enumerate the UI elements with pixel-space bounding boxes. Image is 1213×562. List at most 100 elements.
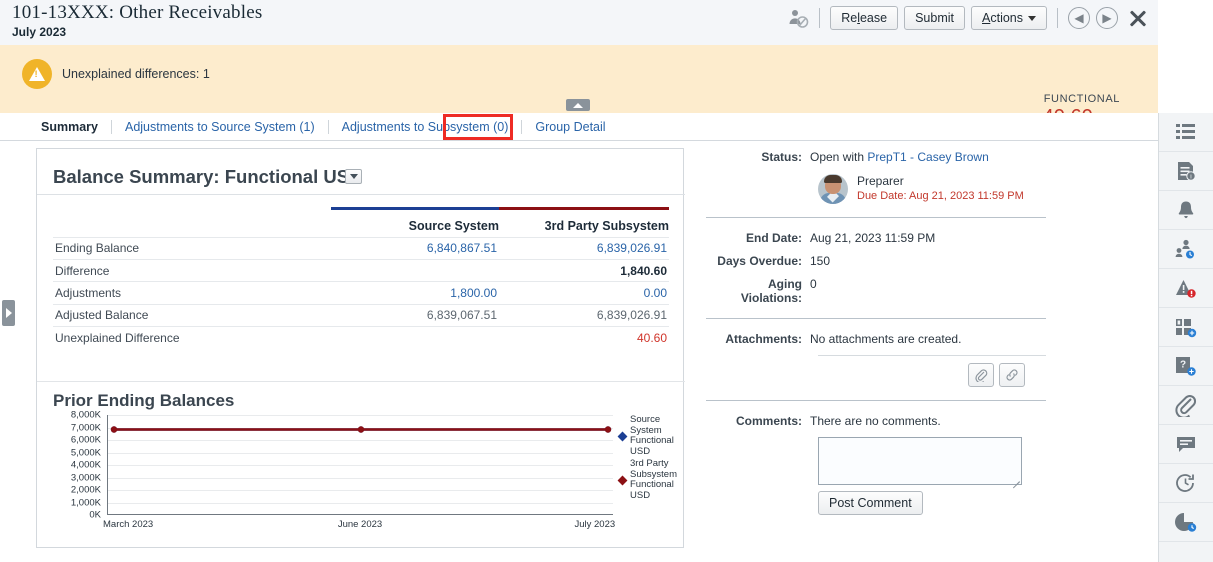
link-icon[interactable] xyxy=(999,363,1025,387)
attachments-rule xyxy=(818,355,1046,356)
row-label: Unexplained Difference xyxy=(53,326,331,349)
paperclip-icon[interactable] xyxy=(968,363,994,387)
banner-collapse-button[interactable] xyxy=(566,99,590,111)
legend-label: 3rd Party Subsystem Functional USD xyxy=(630,458,677,501)
user-assign-icon[interactable] xyxy=(787,7,809,29)
resize-grip-icon[interactable] xyxy=(1011,474,1020,483)
comment-input[interactable] xyxy=(819,438,1021,484)
aging-violations-label: Aging Violations: xyxy=(740,277,802,305)
preparer-due-date: Due Date: Aug 21, 2023 11:59 PM xyxy=(857,190,1024,202)
reconciliation-details-panel: Status: Open with PrepT1 - Casey Brown P… xyxy=(706,150,1046,515)
balance-summary-dropdown-button[interactable] xyxy=(345,169,362,184)
chart-y-axis: 0K 1,000K 2,000K 3,000K 4,000K 5,000K 6,000K 7,… xyxy=(53,410,105,521)
chart-y-tick: 4,000K xyxy=(70,459,101,471)
attachment-actions xyxy=(968,363,1046,387)
row-subsystem-value[interactable]: 6,839,026.91 xyxy=(499,236,669,260)
row-subsystem-value: 6,839,026.91 xyxy=(499,303,669,327)
chart-y-tick: 1,000K xyxy=(70,497,101,508)
legend-label: Source System Functional USD xyxy=(630,414,674,457)
column-header-subsystem: 3rd Party Subsystem xyxy=(544,218,669,233)
warning-text: Unexplained differences: 1 xyxy=(62,67,210,81)
chevron-right-icon xyxy=(5,308,12,318)
chevron-up-icon xyxy=(573,102,583,108)
avatar xyxy=(818,174,848,204)
column-header-source-system: Source System xyxy=(408,218,499,233)
rail-item-workflow-users[interactable] xyxy=(1159,230,1213,269)
rail-item-document-info[interactable]: i xyxy=(1159,152,1213,191)
prior-ending-balances-chart: Prior Ending Balances 0K 1,000K 2,000K 3,00… xyxy=(37,381,685,547)
aging-violations-value: 0 xyxy=(810,277,817,291)
rail-item-history[interactable] xyxy=(1159,464,1213,503)
aging-violations-row: Aging Violations: 0 xyxy=(706,277,1046,305)
warning-triangle-icon xyxy=(22,59,52,89)
legend-marker-icon xyxy=(617,431,628,441)
balance-summary-title: Balance Summary: Functional USD xyxy=(53,166,363,187)
rail-item-comments[interactable] xyxy=(1159,425,1213,464)
status-assignee-link[interactable]: PrepT1 - Casey Brown xyxy=(867,150,988,164)
subsystem-rule xyxy=(499,206,669,210)
chart-data-point[interactable] xyxy=(110,426,118,433)
status-prefix: Open with xyxy=(810,150,868,164)
chart-y-tick: 8,000K xyxy=(70,409,101,421)
header-actions: Release Submit Actions ◀ ▶ xyxy=(787,6,1150,30)
rail-item-alerts-bell[interactable] xyxy=(1159,191,1213,230)
tab-group-detail[interactable]: Group Detail xyxy=(522,120,618,134)
svg-text:i: i xyxy=(1190,173,1191,180)
post-comment-button[interactable]: Post Comment xyxy=(818,491,923,515)
rail-item-attachments[interactable] xyxy=(1159,386,1213,425)
row-label: Difference xyxy=(53,258,331,282)
release-button[interactable]: Release xyxy=(830,6,899,30)
rail-item-dashboard-blocks[interactable] xyxy=(1159,308,1213,347)
row-subsystem-value: 1,840.60 xyxy=(499,258,669,282)
warning-message: Unexplained differences: 1 xyxy=(22,59,210,89)
balance-summary-table: Source System 3rd Party Subsystem Ending… xyxy=(53,201,669,349)
rail-item-question-box[interactable]: ? xyxy=(1159,347,1213,386)
chevron-left-circle-icon[interactable]: ◀ xyxy=(1068,7,1090,29)
status-value: Open with PrepT1 - Casey Brown xyxy=(810,150,989,164)
preparer-row: Preparer Due Date: Aug 21, 2023 11:59 PM xyxy=(706,174,1046,204)
chart-legend: Source System Functional USD 3rd Party Su… xyxy=(617,414,689,503)
comments-row: Comments: There are no comments. xyxy=(706,414,1046,428)
page-period: July 2023 xyxy=(12,25,67,39)
end-date-value: Aug 21, 2023 11:59 PM xyxy=(810,231,936,245)
rail-item-pie-chart[interactable] xyxy=(1159,503,1213,542)
comments-label: Comments: xyxy=(735,414,802,428)
rail-item-list[interactable] xyxy=(1159,113,1213,152)
row-source-value[interactable]: 1,800.00 xyxy=(331,281,499,305)
tab-adjustments-source-system[interactable]: Adjustments to Source System (1) xyxy=(112,120,329,134)
chart-legend-item[interactable]: Source System Functional USD xyxy=(617,414,689,457)
page-header: 101-13XXX: Other Receivables July 2023 R… xyxy=(0,0,1158,45)
chart-y-tick: 5,000K xyxy=(70,447,101,458)
close-icon[interactable] xyxy=(1126,6,1150,30)
chevron-right-circle-icon[interactable]: ▶ xyxy=(1096,7,1118,29)
chart-data-point[interactable] xyxy=(604,426,612,433)
table-row: Difference 1,840.60 xyxy=(53,258,669,282)
chart-series-layer xyxy=(110,426,612,433)
rail-item-alert-warning[interactable] xyxy=(1159,269,1213,308)
left-panel-expand-handle[interactable] xyxy=(2,300,15,326)
submit-label: Submit xyxy=(915,11,954,25)
submit-button[interactable]: Submit xyxy=(904,6,965,30)
row-subsystem-value[interactable]: 0.00 xyxy=(499,281,669,305)
balance-summary-card: Balance Summary: Functional USD Source S… xyxy=(36,148,685,548)
row-label: Adjustments xyxy=(53,281,331,305)
days-overdue-row: Days Overdue: 150 xyxy=(706,254,1046,268)
chart-plot-area xyxy=(107,415,613,515)
chart-data-point[interactable] xyxy=(357,426,365,433)
panel-divider-2 xyxy=(706,318,1046,319)
tab-summary[interactable]: Summary xyxy=(28,120,112,134)
actions-label: Actions xyxy=(982,11,1023,25)
actions-button[interactable]: Actions xyxy=(971,6,1047,30)
legend-marker-icon xyxy=(617,475,628,485)
row-source-value: 6,839,067.51 xyxy=(331,303,499,327)
days-overdue-value: 150 xyxy=(810,254,831,268)
row-source-value[interactable]: 6,840,867.51 xyxy=(331,236,499,260)
table-row: Adjustments 1,800.00 0.00 xyxy=(53,281,669,305)
chart-legend-item[interactable]: 3rd Party Subsystem Functional USD xyxy=(617,458,689,501)
comment-input-wrapper[interactable] xyxy=(818,437,1022,485)
preparer-role: Preparer xyxy=(857,174,904,188)
svg-text:?: ? xyxy=(1180,360,1186,371)
tab-adjustments-subsystem[interactable]: Adjustments to Subsystem (0) xyxy=(329,120,523,134)
table-row: Unexplained Difference 40.60 xyxy=(53,326,669,349)
right-icon-rail: i ? xyxy=(1158,113,1213,562)
